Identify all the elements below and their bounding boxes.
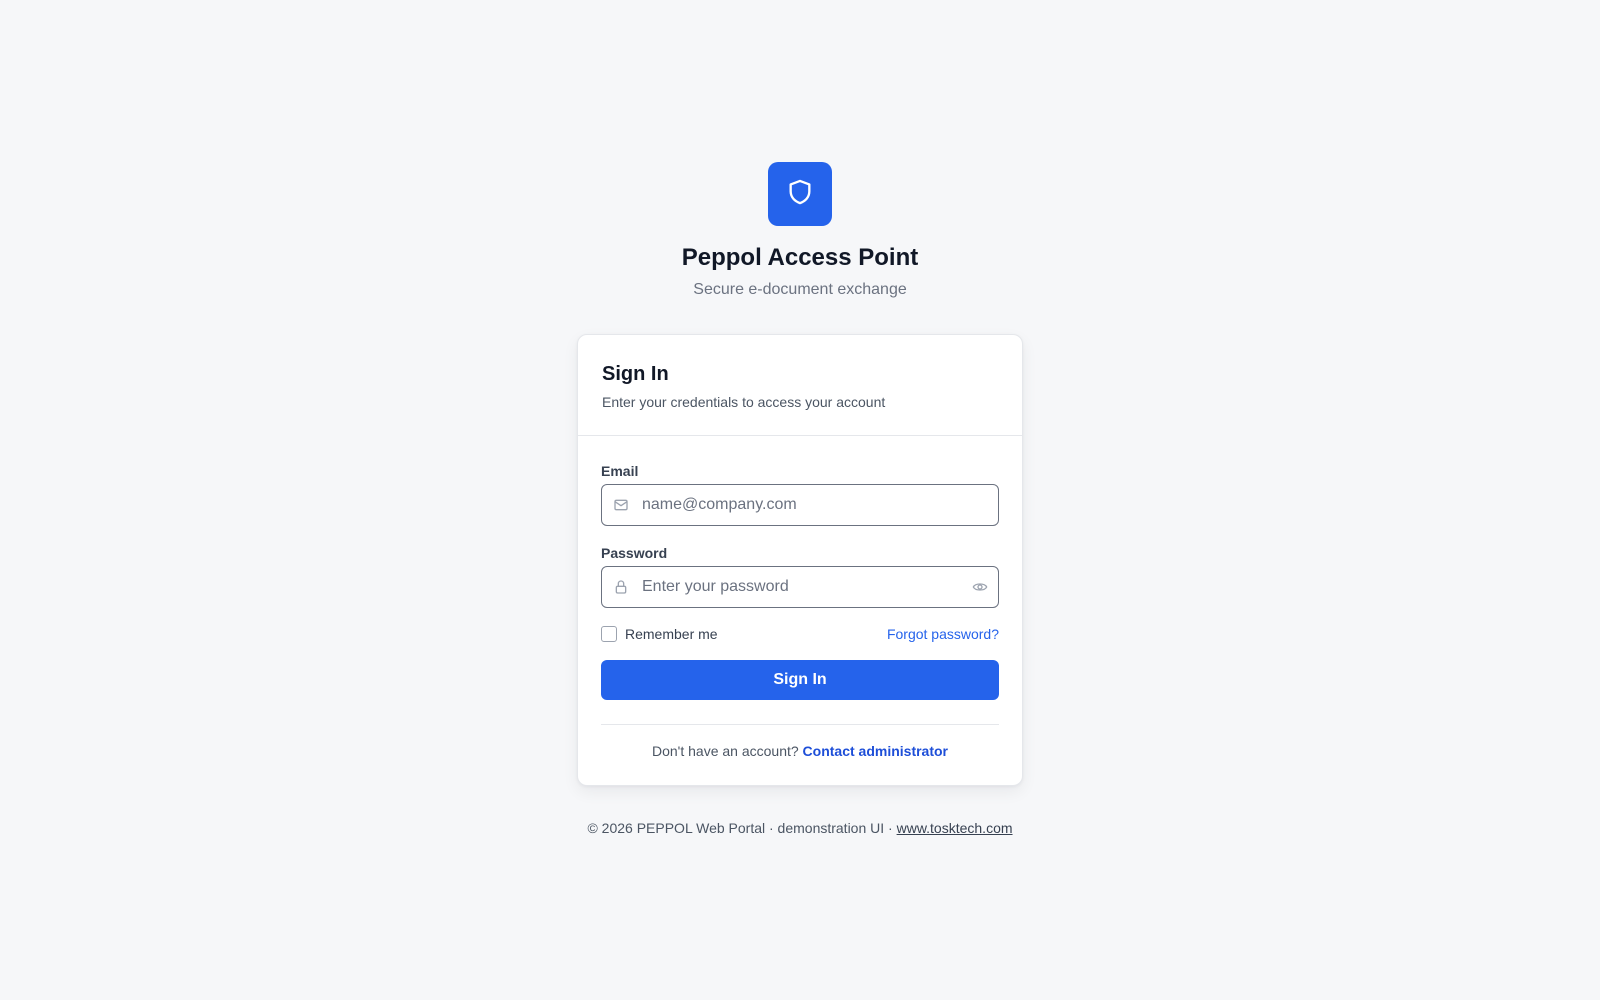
sign-in-button[interactable]: Sign In [601, 660, 999, 700]
sign-in-form: Email Password [577, 0, 1023, 1000]
remember-row: Remember me Forgot password? [601, 626, 999, 644]
login-page: Peppol Access Point Secure e-document ex… [0, 0, 1600, 1000]
email-field[interactable] [601, 484, 999, 526]
email-input[interactable] [642, 485, 952, 525]
signup-prompt: Don't have an account? [651, 743, 803, 759]
footer-text: © 2026 PEPPOL Web Portal · demonstration… [587, 820, 897, 836]
password-label: Password [601, 545, 668, 561]
footer-website-link[interactable]: www.tosktech.com [897, 820, 1013, 836]
signup-row: Don't have an account? Contact administr… [577, 743, 1023, 759]
remember-label[interactable]: Remember me [625, 626, 718, 642]
password-field[interactable] [601, 566, 999, 608]
eye-icon[interactable] [972, 579, 988, 595]
mail-icon [613, 497, 629, 513]
forgot-password-link[interactable]: Forgot password? [887, 626, 999, 642]
remember-checkbox[interactable] [601, 626, 617, 642]
lock-icon [613, 579, 629, 595]
footer: © 2026 PEPPOL Web Portal · demonstration… [0, 820, 1600, 836]
contact-admin-link[interactable]: Contact administrator [803, 743, 948, 759]
password-input[interactable] [642, 567, 952, 607]
divider [601, 724, 999, 725]
email-label: Email [601, 463, 639, 479]
